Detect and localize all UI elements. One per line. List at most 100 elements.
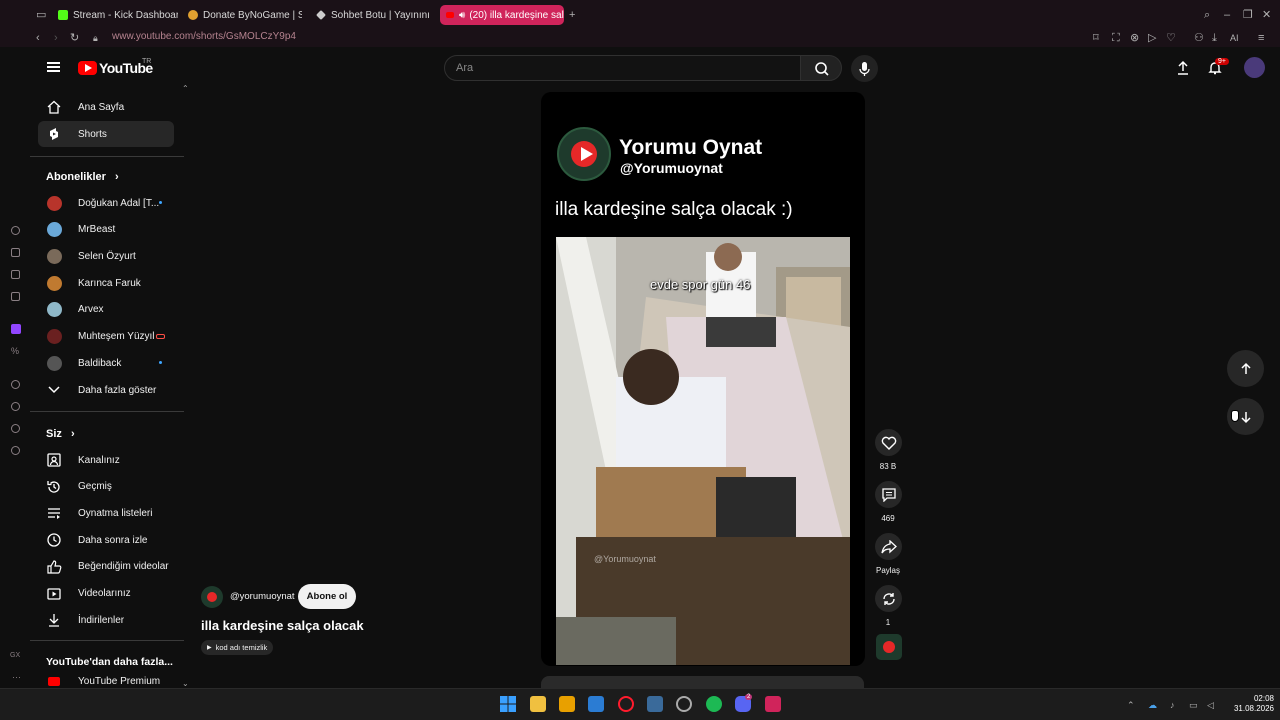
sidebar-item-subscription[interactable]: Baldiback: [38, 350, 174, 376]
upload-icon[interactable]: [1175, 60, 1191, 76]
subscriptions-header[interactable]: Abonelikler ›: [46, 171, 119, 183]
percent-icon[interactable]: %: [11, 346, 19, 356]
youtube-logo-icon[interactable]: [78, 61, 97, 75]
sidebar-item-label: İndirilenler: [78, 614, 125, 626]
pocket-icon[interactable]: [765, 696, 781, 712]
player-icon[interactable]: [11, 380, 20, 389]
search-button[interactable]: [800, 55, 842, 81]
sidebar-item-home[interactable]: Ana Sayfa: [38, 94, 174, 120]
chevron-right-icon: ›: [114, 171, 119, 183]
voice-search-button[interactable]: [851, 55, 878, 82]
channel-handle[interactable]: @yorumuoynat: [230, 591, 295, 602]
tab-sohbet-botu[interactable]: Sohbet Botu | Yayınını güç: [316, 5, 430, 25]
sidebar-item-label: Videolarınız: [78, 588, 131, 599]
chat-icon[interactable]: [11, 424, 20, 433]
sidebar-item-subscription[interactable]: MrBeast: [38, 217, 174, 243]
mail-icon[interactable]: [588, 696, 604, 712]
sidebar-item-premium[interactable]: YouTube Premium: [38, 674, 174, 688]
avatar: [46, 248, 62, 264]
mic-tray-icon[interactable]: ♪: [1170, 698, 1175, 712]
sidebar-item-channel[interactable]: Kanalınız: [38, 447, 174, 473]
search-tabs-icon[interactable]: ⌕: [1204, 8, 1210, 22]
sound-thumbnail[interactable]: [876, 634, 902, 660]
volume-icon[interactable]: ◁: [1207, 698, 1214, 712]
sidebar-m-icon[interactable]: [11, 292, 20, 301]
share-button[interactable]: [875, 533, 902, 560]
sidebar-item-liked[interactable]: Beğendiğim videolar: [38, 554, 174, 580]
onedrive-icon[interactable]: ☁: [1148, 698, 1157, 712]
obs-icon[interactable]: [676, 696, 692, 712]
adblock-icon[interactable]: ⊗: [1130, 31, 1139, 45]
tab-kick[interactable]: Stream - Kick Dashboard: [58, 5, 178, 25]
search-input[interactable]: Ara: [444, 55, 801, 81]
sidebar-aria-icon[interactable]: [11, 226, 20, 235]
sidebar-item-label: Ana Sayfa: [78, 101, 125, 113]
sidebar-item-your-videos[interactable]: Videolarınız: [38, 581, 174, 607]
spotify-icon[interactable]: [706, 696, 722, 712]
snapshot-icon[interactable]: ⛶: [1112, 31, 1120, 45]
avatar: [46, 195, 62, 211]
sidebar-bag-icon[interactable]: [11, 248, 20, 257]
play-icon[interactable]: ▷: [1148, 31, 1156, 45]
sidebar-messenger-icon[interactable]: [11, 270, 20, 279]
remix-button[interactable]: [875, 585, 902, 612]
clock-icon[interactable]: [11, 402, 20, 411]
chevron-right-icon: ›: [70, 428, 75, 440]
sidebar-item-shorts[interactable]: Shorts: [38, 121, 174, 147]
tab-menu-icon[interactable]: ▭: [36, 8, 46, 22]
sidebar-item-watch-later[interactable]: Daha sonra izle: [38, 527, 174, 553]
subscribe-button[interactable]: Abone ol: [298, 584, 356, 609]
sidebar-item-playlists[interactable]: Oynatma listeleri: [38, 500, 174, 526]
url-field[interactable]: www.youtube.com/shorts/GsMOLCzY9p4: [112, 31, 296, 42]
file-explorer-icon[interactable]: [530, 696, 546, 712]
settings-icon[interactable]: [11, 446, 20, 455]
sidebar-item-subscription[interactable]: Doğukan Adal [T...: [38, 190, 174, 216]
bot-icon: [316, 10, 326, 20]
comments-button[interactable]: [875, 481, 902, 508]
ai-button[interactable]: AI: [1230, 31, 1239, 45]
store-icon[interactable]: [559, 696, 575, 712]
sidebar-item-subscription[interactable]: Muhteşem Yüzyıl: [38, 324, 174, 350]
new-tab-button[interactable]: +: [569, 8, 575, 22]
opera-gx-icon[interactable]: [618, 696, 634, 712]
gx-icon[interactable]: GX: [10, 652, 20, 659]
maximize-icon[interactable]: ❐: [1243, 8, 1253, 22]
watch-later-icon: [46, 532, 62, 548]
download-icon[interactable]: ⤓: [1212, 31, 1217, 45]
minimize-icon[interactable]: –: [1224, 8, 1230, 22]
profile-icon[interactable]: ⚇: [1194, 31, 1204, 45]
clock[interactable]: 02:08 31.08.2026: [1226, 694, 1274, 714]
show-more-button[interactable]: Daha fazla göster: [38, 377, 174, 403]
start-button[interactable]: [500, 696, 516, 712]
tray-chevron-icon[interactable]: ⌃: [1127, 698, 1135, 712]
sidebar-item-subscription[interactable]: Selen Özyurt: [38, 243, 174, 269]
sidebar-scroll-down-icon[interactable]: ⌄: [182, 679, 189, 688]
sidebar-item-history[interactable]: Geçmiş: [38, 474, 174, 500]
sidebar-item-subscription[interactable]: Karınca Faruk: [38, 270, 174, 296]
app-icon[interactable]: [647, 696, 663, 712]
heart-icon[interactable]: ♡: [1166, 31, 1176, 45]
sidebar-item-downloads[interactable]: İndirilenler: [38, 607, 174, 633]
back-icon[interactable]: ‹: [36, 31, 40, 45]
sidebar-scroll-up-icon[interactable]: ⌃: [182, 84, 189, 93]
forward-icon[interactable]: ›: [54, 31, 58, 45]
sidebar-divider: [30, 156, 184, 157]
next-short-preview[interactable]: [541, 676, 864, 688]
twitch-icon[interactable]: [11, 324, 21, 334]
menu-icon[interactable]: ≡: [1258, 31, 1264, 45]
you-header[interactable]: Siz ›: [46, 428, 75, 440]
tab-bynogame[interactable]: Donate ByNoGame | Stream: [188, 5, 302, 25]
like-button[interactable]: [875, 429, 902, 456]
sidebar-item-subscription[interactable]: Arvex: [38, 297, 174, 323]
previous-short-button[interactable]: [1227, 350, 1264, 387]
tab-youtube-active[interactable]: 🔊︎ (20) illa kardeşine salça: [440, 5, 564, 25]
reload-icon[interactable]: ↻: [70, 31, 79, 45]
account-avatar[interactable]: [1244, 57, 1265, 78]
hamburger-menu-icon[interactable]: [47, 62, 60, 72]
network-icon[interactable]: ▭: [1189, 698, 1198, 712]
more-dots-icon[interactable]: ···: [12, 672, 21, 682]
close-window-icon[interactable]: ✕: [1262, 8, 1271, 22]
bookmark-icon[interactable]: ⌑: [1093, 31, 1099, 45]
channel-avatar[interactable]: [201, 586, 223, 608]
music-chip[interactable]: ▶ kod adı temizlik: [201, 640, 274, 655]
